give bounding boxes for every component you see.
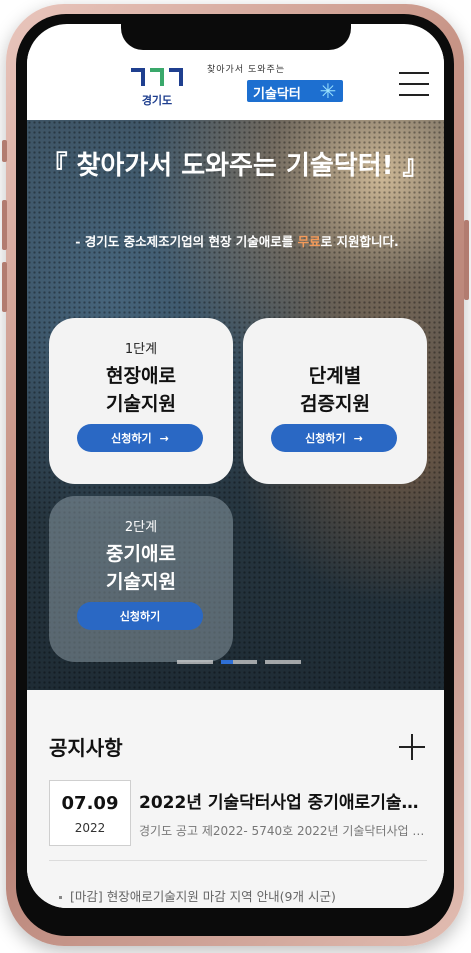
power-button (464, 220, 469, 300)
card-step-label: 2단계 (124, 520, 158, 535)
card-title-line2: 기술지원 (106, 393, 176, 415)
apply-button-midterm[interactable]: 신청하기 (77, 602, 203, 630)
carousel-pager (177, 660, 301, 664)
apply-button-onsite[interactable]: 신청하기 → (77, 424, 203, 452)
card-step-label: 1단계 (124, 342, 158, 357)
notice-section: 공지사항 07.09 2022 2022년 기술닥터사업 중기애로기술지원 참여… (27, 690, 444, 908)
notch (121, 24, 351, 50)
card-midterm-support[interactable]: 2단계 중기애로 기술지원 신청하기 (49, 496, 233, 662)
card-title-line1: 현장애로 (106, 365, 176, 387)
featured-notice-title[interactable]: 2022년 기술닥터사업 중기애로기술지원 참여기업 모집 공고 (139, 788, 429, 813)
sparkle-icon: ✳ (319, 79, 337, 103)
apply-button-label: 신청하기 (305, 432, 346, 445)
featured-notice-desc: 경기도 공고 제2022- 5740호 2022년 기술닥터사업 참여기업 모집 (139, 824, 429, 838)
pager-dot[interactable] (265, 660, 301, 664)
hero-subtitle: - 경기도 중소제조기업의 현장 기술애로를 무료로 지원합니다. (31, 232, 443, 252)
list-item-text: [마감] 현장애로기술지원 마감 지역 안내(9개 시군) (70, 889, 336, 904)
tech-doctor-logo-text: 기술닥터 (253, 87, 301, 102)
divider (49, 860, 427, 861)
hero-banner: 『 찾아가서 도와주는 기술닥터! 』 - 경기도 중소제조기업의 현장 기술애… (27, 120, 444, 690)
apply-button-label: 신청하기 (119, 610, 161, 623)
pager-dot-active[interactable] (221, 660, 257, 664)
notice-title: 공지사항 (49, 736, 123, 760)
bullet-icon (59, 896, 62, 899)
list-item[interactable]: [마감] 현장애로기술지원 마감 지역 안내(9개 시군) (59, 886, 431, 905)
pager-dot[interactable] (177, 660, 213, 664)
gyeonggi-logo-icon (131, 68, 183, 86)
gyeonggi-logo-text: 경기도 (141, 94, 173, 107)
card-title-line1: 중기애로 (106, 543, 176, 565)
volume-down-button (2, 262, 7, 312)
notice-date-box: 07.09 2022 (49, 780, 131, 846)
card-onsite-support[interactable]: 1단계 현장애로 기술지원 신청하기 → (49, 318, 233, 484)
tech-doctor-badge: 기술닥터 ✳ (247, 79, 343, 103)
site-header: 경기도 찾아가서 도와주는 기술닥터 ✳ (27, 50, 444, 120)
card-title-line2: 검증지원 (300, 393, 370, 415)
hero-title: 『 찾아가서 도와주는 기술닥터! 』 (41, 151, 429, 181)
card-title-line2: 기술지원 (106, 571, 176, 593)
notice-year: 2022 (74, 821, 106, 835)
arrow-right-icon: → (353, 431, 363, 445)
gyeonggi-logo[interactable]: 경기도 (127, 64, 187, 110)
hero-subtitle-highlight: 무료 (297, 234, 321, 249)
volume-up-button (2, 200, 7, 250)
card-stage-verification[interactable]: 단계별 검증지원 신청하기 → (243, 318, 427, 484)
mute-switch (2, 140, 7, 162)
hero-subtitle-before: - 경기도 중소제조기업의 현장 기술애로를 (75, 234, 298, 249)
hamburger-menu-icon[interactable] (399, 72, 429, 98)
apply-button-verification[interactable]: 신청하기 → (271, 424, 397, 452)
card-title-line1: 단계별 (308, 365, 362, 387)
phone-screen: 경기도 찾아가서 도와주는 기술닥터 ✳ 『 찾아가서 도와주는 기술닥터! 』… (27, 24, 444, 908)
arrow-right-icon: → (159, 431, 169, 445)
notice-date: 07.09 (61, 793, 119, 814)
apply-button-label: 신청하기 (111, 432, 152, 445)
tech-doctor-tagline: 찾아가서 도와주는 (207, 65, 286, 75)
hero-subtitle-after: 로 지원합니다. (320, 234, 399, 249)
plus-icon[interactable] (399, 734, 425, 760)
tech-doctor-logo[interactable]: 찾아가서 도와주는 기술닥터 ✳ (205, 62, 345, 112)
